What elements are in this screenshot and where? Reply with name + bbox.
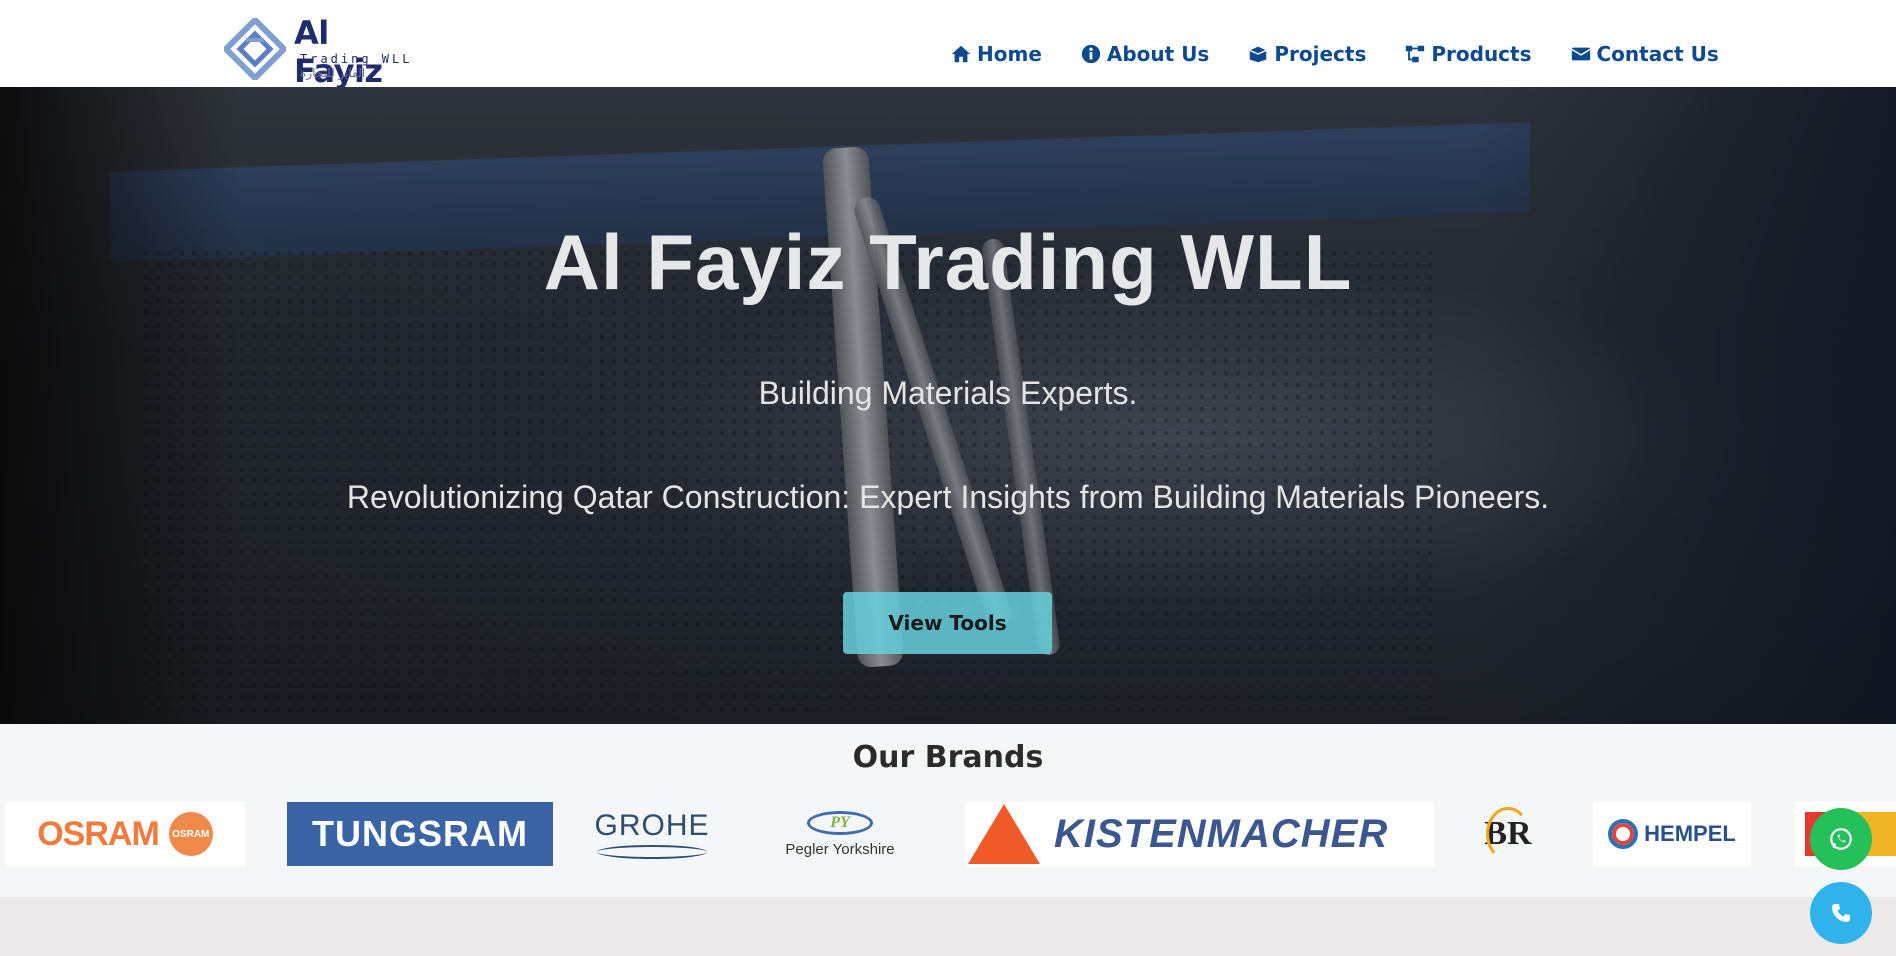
hero-subtitle: Revolutionizing Qatar Construction: Expe… <box>346 479 1550 515</box>
logo-arabic: الفايز للتجارة <box>300 66 366 80</box>
nav-contact[interactable]: Contact Us <box>1570 42 1719 66</box>
nav-contact-label: Contact Us <box>1596 42 1719 66</box>
brand-logo-tungsram[interactable]: TUNGSRAM <box>287 802 553 866</box>
nav-home-label: Home <box>977 42 1042 66</box>
hempel-ring-icon <box>1608 819 1639 849</box>
nav-home[interactable]: Home <box>950 42 1042 66</box>
nav-about-label: About Us <box>1106 42 1210 66</box>
phone-icon <box>1832 904 1850 922</box>
brand-logo-hempel[interactable]: HEMPEL <box>1593 802 1751 866</box>
brand-kistenmacher-text: KISTENMACHER <box>1054 811 1389 856</box>
brand-osram-badge: OSRAM <box>168 812 213 856</box>
whatsapp-icon <box>1830 828 1852 850</box>
brand-tungsram-text: TUNGSRAM <box>312 813 528 854</box>
nav-products-label: Products <box>1431 42 1532 66</box>
brand-logo-osram[interactable]: OSRAM OSRAM <box>5 802 245 866</box>
nav-projects[interactable]: Projects <box>1247 42 1366 66</box>
view-tools-button[interactable]: View Tools <box>843 592 1052 654</box>
info-icon <box>1081 44 1101 64</box>
brand-hempel-text: HEMPEL <box>1644 821 1736 846</box>
brand-logo-kistenmacher[interactable]: KISTENMACHER <box>965 802 1434 866</box>
brands-title: Our Brands <box>852 740 1044 775</box>
brand-logo-grohe[interactable]: GROHE <box>590 802 714 866</box>
nav-products[interactable]: Products <box>1404 42 1532 66</box>
kistenmacher-triangle-icon <box>968 804 1040 864</box>
brands-section: Our Brands OSRAM OSRAM TUNGSRAM GROHE PY… <box>0 724 1896 897</box>
box-icon <box>1249 46 1267 63</box>
pegler-py-icon: PY <box>807 810 873 835</box>
nav-about[interactable]: About Us <box>1080 42 1209 66</box>
brand-logo-br[interactable]: BR <box>1478 802 1538 866</box>
logo-mark-icon <box>224 18 286 80</box>
grohe-wave-icon <box>597 845 707 859</box>
main-nav: Home About Us Projects Products Contact … <box>950 42 1719 66</box>
site-header: Al Fayiz Trading WLL الفايز للتجارة Home… <box>0 0 1896 90</box>
hero-section: Al Fayiz Trading WLL Building Materials … <box>0 87 1896 724</box>
brand-logo-pegler-yorkshire[interactable]: PY Pegler Yorkshire <box>780 802 900 866</box>
brand-grohe-text: GROHE <box>594 809 710 842</box>
call-button[interactable] <box>1810 882 1872 944</box>
brand-osram-text: OSRAM <box>37 814 160 853</box>
hero-title: Al Fayiz Trading WLL <box>543 218 1353 306</box>
brand-pegler-text: Pegler Yorkshire <box>785 840 895 858</box>
br-ring-icon <box>1486 807 1530 861</box>
envelope-icon <box>1570 47 1591 61</box>
home-icon <box>951 45 971 63</box>
whatsapp-button[interactable] <box>1810 808 1872 870</box>
nav-projects-label: Projects <box>1274 42 1367 66</box>
hero-tagline: Building Materials Experts. <box>758 375 1138 411</box>
logo-subtitle: Trading WLL <box>300 52 413 66</box>
sitemap-icon <box>1406 45 1425 63</box>
site-logo[interactable]: Al Fayiz Trading WLL الفايز للتجارة <box>224 14 424 90</box>
